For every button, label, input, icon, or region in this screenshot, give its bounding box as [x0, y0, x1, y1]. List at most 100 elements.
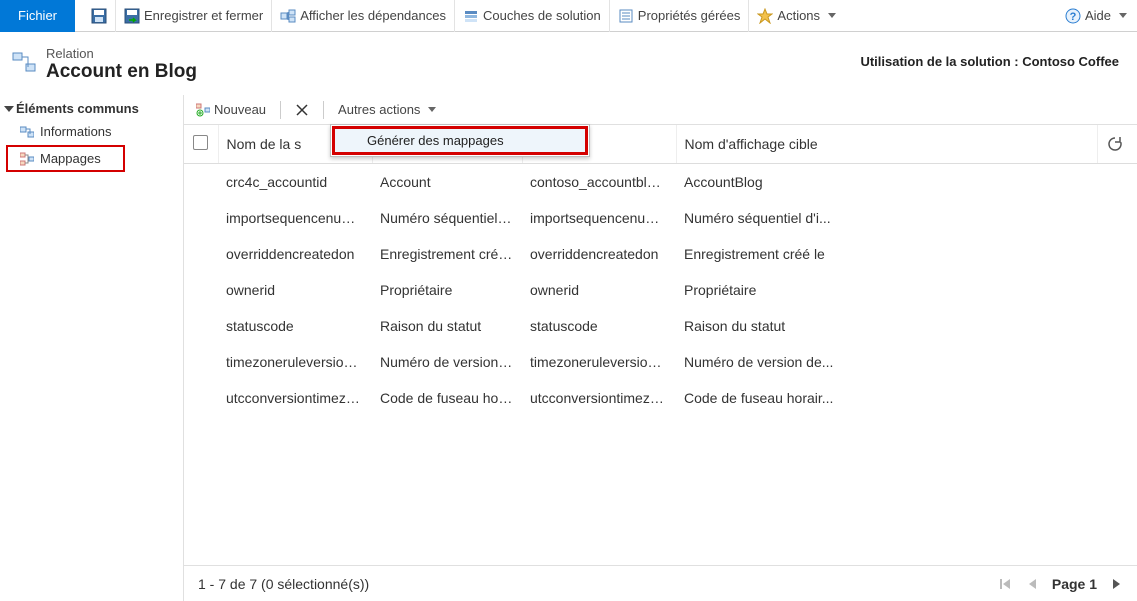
solution-usage-label: Utilisation de la solution : Contoso Cof… — [860, 46, 1129, 69]
cell-target-name: overriddencreatedon — [522, 236, 676, 272]
cell-source-display: Code de fuseau horair... — [372, 380, 522, 416]
table-header-row: Nom de la s la cible Nom d'affichage cib… — [184, 125, 1137, 164]
new-button[interactable]: Nouveau — [188, 95, 274, 125]
dependencies-icon — [280, 8, 296, 24]
table-row[interactable]: crc4c_accountidAccountcontoso_accountblo… — [184, 164, 1137, 201]
cell-target-name: utcconversiontimezon... — [522, 380, 676, 416]
sidebar-item-mappages[interactable]: Mappages — [6, 145, 125, 172]
col-target-display[interactable]: Nom d'affichage cible — [676, 125, 1097, 164]
col-label: Nom d'affichage cible — [685, 136, 818, 152]
table-row[interactable]: importsequencenumberNuméro séquentiel d'… — [184, 200, 1137, 236]
save-and-close-button[interactable]: Enregistrer et fermer — [115, 0, 271, 32]
cell-target-name: contoso_accountblogid — [522, 164, 676, 201]
first-page-button[interactable] — [998, 577, 1012, 591]
row-checkbox-cell[interactable] — [184, 236, 218, 272]
row-checkbox-cell[interactable] — [184, 308, 218, 344]
new-label: Nouveau — [214, 102, 266, 117]
cell-source-display: Numéro de version de... — [372, 344, 522, 380]
cell-target-display: Numéro séquentiel d'i... — [676, 200, 1097, 236]
cell-spacer — [1097, 164, 1137, 201]
show-dependencies-button[interactable]: Afficher les dépendances — [271, 0, 454, 32]
table-row[interactable]: owneridPropriétaireowneridPropriétaire — [184, 272, 1137, 308]
separator — [280, 101, 281, 119]
refresh-header[interactable] — [1097, 125, 1137, 164]
save-button[interactable] — [83, 0, 115, 32]
col-label: Nom de la s — [227, 136, 302, 152]
cell-spacer — [1097, 236, 1137, 272]
checkbox-icon — [193, 135, 208, 150]
cell-target-name: timezoneruleversionn... — [522, 344, 676, 380]
cell-source-name: utcconversiontimezon... — [218, 380, 372, 416]
save-icon — [91, 8, 107, 24]
show-deps-label: Afficher les dépendances — [300, 8, 446, 23]
generate-mappings-item[interactable]: Générer des mappages — [332, 126, 588, 155]
cell-source-display: Propriétaire — [372, 272, 522, 308]
help-label: Aide — [1085, 8, 1111, 23]
cell-target-display: AccountBlog — [676, 164, 1097, 201]
grid-footer: 1 - 7 de 7 (0 sélectionné(s)) Page 1 — [184, 565, 1137, 601]
pager: Page 1 — [998, 576, 1123, 592]
cell-source-name: statuscode — [218, 308, 372, 344]
row-checkbox-cell[interactable] — [184, 272, 218, 308]
file-menu-button[interactable]: Fichier — [0, 0, 75, 32]
cell-target-name: ownerid — [522, 272, 676, 308]
managed-props-label: Propriétés gérées — [638, 8, 741, 23]
layers-icon — [463, 8, 479, 24]
cell-source-name: importsequencenumber — [218, 200, 372, 236]
cell-source-display: Enregistrement créé le — [372, 236, 522, 272]
other-actions-button[interactable]: Autres actions — [330, 95, 444, 125]
grid-toolbar: Nouveau Autres actions — [184, 95, 1137, 125]
cell-source-name: crc4c_accountid — [218, 164, 372, 201]
other-actions-dropdown: Générer des mappages — [330, 124, 590, 157]
mappings-table-wrap: Nom de la s la cible Nom d'affichage cib… — [184, 125, 1137, 565]
delete-button[interactable] — [287, 95, 317, 125]
table-row[interactable]: utcconversiontimezon...Code de fuseau ho… — [184, 380, 1137, 416]
help-button[interactable]: ? Aide — [1055, 8, 1137, 24]
save-close-label: Enregistrer et fermer — [144, 8, 263, 23]
save-close-icon — [124, 8, 140, 24]
solution-layers-button[interactable]: Couches de solution — [454, 0, 609, 32]
row-checkbox-cell[interactable] — [184, 200, 218, 236]
mappings-icon — [20, 152, 34, 166]
cell-target-display: Numéro de version de... — [676, 344, 1097, 380]
sidebar-heading[interactable]: Éléments communs — [0, 97, 183, 120]
cell-target-display: Propriétaire — [676, 272, 1097, 308]
next-page-button[interactable] — [1111, 577, 1123, 591]
cell-spacer — [1097, 308, 1137, 344]
main-area: Éléments communs Informations Mappages N… — [0, 95, 1137, 601]
mappings-table: Nom de la s la cible Nom d'affichage cib… — [184, 125, 1137, 416]
properties-icon — [618, 8, 634, 24]
cell-spacer — [1097, 380, 1137, 416]
managed-properties-button[interactable]: Propriétés gérées — [609, 0, 749, 32]
row-checkbox-cell[interactable] — [184, 164, 218, 201]
svg-text:?: ? — [1070, 11, 1077, 23]
selection-status: 1 - 7 de 7 (0 sélectionné(s)) — [198, 576, 369, 592]
refresh-icon — [1106, 135, 1130, 153]
cell-source-name: timezoneruleversionn... — [218, 344, 372, 380]
cell-spacer — [1097, 272, 1137, 308]
cell-target-name: statuscode — [522, 308, 676, 344]
cell-target-display: Code de fuseau horair... — [676, 380, 1097, 416]
select-all-header[interactable] — [184, 125, 218, 164]
prev-page-button[interactable] — [1026, 577, 1038, 591]
separator — [323, 101, 324, 119]
generate-mappings-label: Générer des mappages — [367, 133, 504, 148]
actions-menu-button[interactable]: Actions — [748, 0, 844, 32]
file-menu-label: Fichier — [18, 8, 57, 23]
row-checkbox-cell[interactable] — [184, 380, 218, 416]
table-row[interactable]: timezoneruleversionn...Numéro de version… — [184, 344, 1137, 380]
page-title: Account en Blog — [46, 61, 197, 83]
relation-icon — [12, 50, 36, 74]
header-text: Relation Account en Blog — [46, 46, 197, 83]
relation-label: Relation — [46, 46, 197, 61]
sidebar: Éléments communs Informations Mappages — [0, 95, 184, 601]
row-checkbox-cell[interactable] — [184, 344, 218, 380]
table-row[interactable]: overriddencreatedonEnregistrement créé l… — [184, 236, 1137, 272]
sidebar-item-informations[interactable]: Informations — [0, 120, 183, 143]
page-header: Relation Account en Blog Utilisation de … — [0, 32, 1137, 95]
top-toolbar: Fichier Enregistrer et fermer Afficher l… — [0, 0, 1137, 32]
cell-source-display: Account — [372, 164, 522, 201]
actions-label: Actions — [777, 8, 820, 23]
table-row[interactable]: statuscodeRaison du statutstatuscodeRais… — [184, 308, 1137, 344]
cell-source-display: Numéro séquentiel d'i... — [372, 200, 522, 236]
